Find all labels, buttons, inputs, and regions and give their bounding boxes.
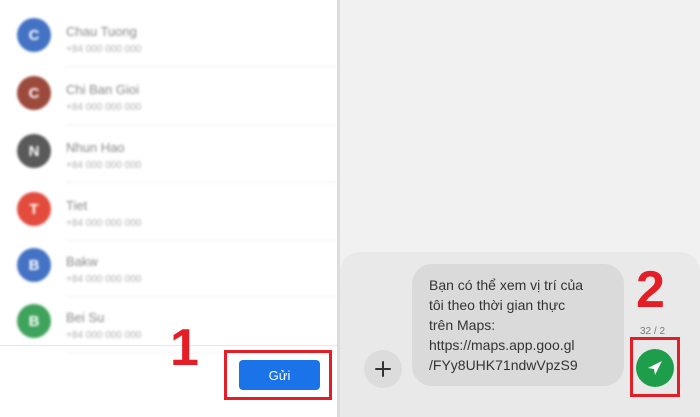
- contact-name: Chi Ban Gioi: [66, 82, 139, 97]
- contact-number: +84 000 000 000: [66, 218, 142, 229]
- messaging-panel: Bạn có thể xem vị trí của tôi theo thời …: [340, 0, 700, 417]
- contact-list: C Chau Tuong +84 000 000 000 C Chi Ban Gioi +…: [0, 0, 337, 353]
- contact-number: +84 000 000 000: [66, 330, 142, 341]
- contact-row[interactable]: B Bei Su +84 000 000 000: [0, 296, 337, 356]
- contact-row[interactable]: C Chau Tuong +84 000 000 000: [0, 10, 337, 70]
- contact-row[interactable]: B Bakw +84 000 000 000: [0, 240, 337, 300]
- contact-number: +84 000 000 000: [66, 274, 142, 285]
- message-text: Bạn có thể xem vị trí của tôi theo thời …: [429, 277, 584, 373]
- contact-row[interactable]: C Chi Ban Gioi +84 000 000 000: [0, 68, 337, 128]
- divider: [0, 345, 337, 346]
- send-button[interactable]: Gửi: [239, 360, 320, 390]
- contact-number: +84 000 000 000: [66, 102, 142, 113]
- message-input[interactable]: Bạn có thể xem vị trí của tôi theo thời …: [412, 264, 624, 386]
- send-arrow-icon: [648, 361, 662, 375]
- contact-avatar: B: [17, 304, 51, 338]
- step-1-label: 1: [170, 319, 199, 377]
- contact-name: Chau Tuong: [66, 24, 137, 39]
- step-2-label: 2: [636, 261, 665, 319]
- contact-avatar: C: [17, 18, 51, 52]
- contact-number: +84 000 000 000: [66, 44, 142, 55]
- contact-row[interactable]: T Tiet +84 000 000 000: [0, 184, 337, 244]
- share-contact-panel: C Chau Tuong +84 000 000 000 C Chi Ban Gioi +…: [0, 0, 337, 417]
- row-divider: [66, 182, 337, 183]
- contact-name: Bei Su: [66, 310, 105, 325]
- contact-avatar: T: [17, 192, 51, 226]
- row-divider: [66, 124, 337, 125]
- message-composer: Bạn có thể xem vị trí của tôi theo thời …: [340, 252, 700, 417]
- contact-avatar: B: [17, 248, 51, 282]
- contact-avatar: N: [17, 134, 51, 168]
- contact-name: Bakw: [66, 254, 98, 269]
- contact-name: Nhun Hao: [66, 140, 125, 155]
- contact-avatar: C: [17, 76, 51, 110]
- character-count: 32 / 2: [640, 326, 666, 337]
- plus-icon: [375, 361, 391, 377]
- add-attachment-button[interactable]: [364, 350, 402, 388]
- contact-name: Tiet: [66, 198, 88, 213]
- contact-number: +84 000 000 000: [66, 160, 142, 171]
- contact-row[interactable]: N Nhun Hao +84 000 000 000: [0, 126, 337, 186]
- send-message-button[interactable]: [636, 349, 674, 387]
- row-divider: [66, 66, 337, 67]
